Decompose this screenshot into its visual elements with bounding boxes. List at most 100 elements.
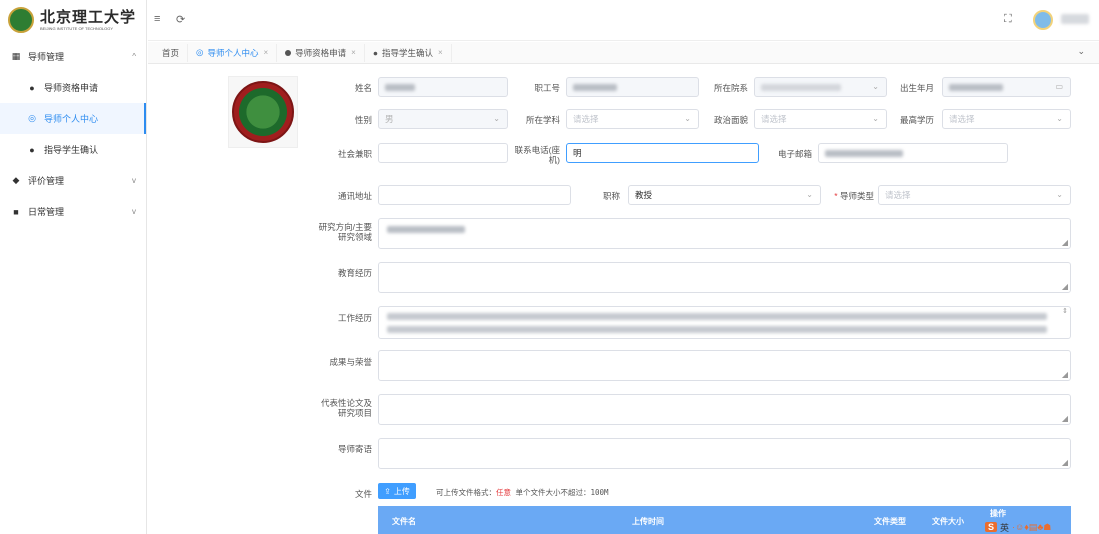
chevron-down-icon[interactable]: ⌄ <box>1077 46 1085 57</box>
resize-grip-icon: ◢ <box>1061 238 1068 247</box>
avatar[interactable] <box>1033 10 1053 30</box>
tab-qualification[interactable]: 导师资格申请 × <box>277 43 365 62</box>
resize-grip-icon: ◢ <box>1061 282 1068 291</box>
upload-icon: ⇪ <box>384 486 391 496</box>
chevron-down-icon: ⌄ <box>684 114 691 123</box>
chevron-down-icon: ⌄ <box>493 114 500 123</box>
circle-dot-icon: ◎ <box>196 47 204 57</box>
apple-icon: ● <box>29 144 35 155</box>
resize-grip-icon: ◢ <box>1061 414 1068 423</box>
ime-toolbar[interactable]: S 英 ·☺♦▤♣☗ <box>985 520 1051 534</box>
refresh-icon[interactable]: ⟳ <box>176 13 185 26</box>
department-select[interactable]: ⌄ <box>754 77 887 97</box>
edu-exp-label: 教育经历 <box>337 268 372 278</box>
menu-toggle-icon[interactable]: ≡ <box>154 13 160 25</box>
phone-label: 联系电话(座 机) <box>514 145 560 165</box>
education-label: 最高学历 <box>899 115 934 125</box>
birth-date-field[interactable]: ▭ <box>942 77 1071 97</box>
university-seal-icon <box>232 81 294 143</box>
ime-tools-icon: ·☺♦▤♣☗ <box>1012 521 1052 532</box>
social-field[interactable] <box>378 143 508 163</box>
tag-icon: ◆ <box>12 175 20 185</box>
ime-lang: 英 <box>1000 522 1010 533</box>
email-field[interactable] <box>818 143 1008 163</box>
work-exp-textarea[interactable]: ⇕ <box>378 306 1071 339</box>
tab-student-confirm[interactable]: ● 指导学生确认 × <box>365 43 452 62</box>
sidebar-item-label: 导师资格申请 <box>44 83 99 93</box>
papers-textarea[interactable]: ◢ <box>378 394 1071 425</box>
political-label: 政治面貌 <box>713 115 748 125</box>
sidebar-item-label: 指导学生确认 <box>44 145 99 155</box>
name-label: 姓名 <box>354 83 372 93</box>
department-label: 所在院系 <box>713 83 748 93</box>
chevron-down-icon: ⌄ <box>1056 190 1063 199</box>
menu-group-mentor[interactable]: ▦ 导师管理 ^ <box>0 41 146 72</box>
menu-group-evaluation[interactable]: ◆ 评价管理 v <box>0 165 146 196</box>
message-textarea[interactable]: ◢ <box>378 438 1071 469</box>
brand-logo[interactable]: 北京理工大学 BEIJING INSTITUTE OF TECHNOLOGY <box>0 0 146 40</box>
col-file-type: 文件类型 <box>874 517 906 526</box>
sidebar-item-qualification[interactable]: ● 导师资格申请 <box>0 72 146 103</box>
menu-group-label: 日常管理 <box>28 207 65 217</box>
education-select[interactable]: 请选择 ⌄ <box>942 109 1071 129</box>
scroll-arrows-icon[interactable]: ⇕ <box>1062 307 1068 315</box>
birth-label: 出生年月 <box>899 83 934 93</box>
tab-close-icon[interactable]: × <box>263 48 268 57</box>
address-field[interactable] <box>378 185 571 205</box>
achievements-label: 成果与荣誉 <box>329 357 372 367</box>
tab-personal-center[interactable]: ◎ 导师个人中心 × <box>188 43 278 62</box>
achievements-textarea[interactable]: ◢ <box>378 350 1071 381</box>
mentor-type-placeholder: 请选择 <box>885 190 911 200</box>
grid-icon: ▦ <box>11 51 21 61</box>
staff-no-field[interactable] <box>566 77 699 97</box>
tab-home[interactable]: 首页 <box>154 43 189 62</box>
university-emblem-icon <box>8 7 34 33</box>
sidebar-item-label: 导师个人中心 <box>44 114 99 124</box>
calendar-icon: ▭ <box>1055 82 1063 91</box>
gender-value: 男 <box>385 114 394 124</box>
mentor-type-label: * 导师类型 <box>834 191 874 201</box>
title-select[interactable]: 教授 ⌄ <box>628 185 821 205</box>
col-file-name: 文件名 <box>392 517 416 526</box>
discipline-select[interactable]: 请选择 ⌄ <box>566 109 699 129</box>
calendar-icon: ■ <box>13 206 19 217</box>
papers-label: 代表性论文及 研究项目 <box>320 398 372 418</box>
edu-exp-textarea[interactable]: ◢ <box>378 262 1071 293</box>
gender-select[interactable]: 男 ⌄ <box>378 109 508 129</box>
chevron-up-icon: ^ <box>132 52 136 61</box>
phone-value: 明 <box>573 148 582 158</box>
tab-label: 首页 <box>162 47 180 58</box>
sidebar: 北京理工大学 BEIJING INSTITUTE OF TECHNOLOGY ▦… <box>0 0 147 534</box>
chevron-down-icon: v <box>132 207 136 216</box>
chevron-down-icon: ⌄ <box>806 190 813 199</box>
menu-group-daily[interactable]: ■ 日常管理 v <box>0 196 146 227</box>
resize-grip-icon: ◢ <box>1061 370 1068 379</box>
work-exp-label: 工作经历 <box>337 313 372 323</box>
file-label: 文件 <box>354 489 372 499</box>
research-label: 研究方向/主要 研究领域 <box>318 222 372 242</box>
tab-close-icon[interactable]: × <box>351 48 356 57</box>
tab-close-icon[interactable]: × <box>438 48 443 57</box>
title-label: 职称 <box>602 191 620 201</box>
user-name[interactable] <box>1061 14 1089 24</box>
email-label: 电子邮箱 <box>777 149 812 159</box>
fullscreen-icon[interactable]: ⛶ <box>1004 13 1012 26</box>
dot-icon: ● <box>29 82 35 93</box>
sidebar-item-personal-center[interactable]: ◎ 导师个人中心 <box>0 103 146 134</box>
political-select[interactable]: 请选择 ⌄ <box>754 109 887 129</box>
apple-icon: ● <box>372 47 378 58</box>
dot-icon <box>285 49 292 56</box>
brand-name-cn: 北京理工大学 <box>40 7 137 26</box>
discipline-placeholder: 请选择 <box>573 114 599 124</box>
col-action: 操作 <box>990 509 1006 518</box>
brand-name-en: BEIJING INSTITUTE OF TECHNOLOGY <box>40 25 114 31</box>
phone-field[interactable]: 明 <box>566 143 759 163</box>
social-label: 社会兼职 <box>337 149 372 159</box>
name-field[interactable] <box>378 77 508 97</box>
tab-label: 导师资格申请 <box>295 47 347 58</box>
mentor-type-select[interactable]: 请选择 ⌄ <box>878 185 1071 205</box>
research-textarea[interactable]: ◢ <box>378 218 1071 249</box>
sidebar-item-student-confirm[interactable]: ● 指导学生确认 <box>0 134 146 165</box>
upload-tip: 可上传文件格式：任意 单个文件大小不超过：100M <box>436 488 609 497</box>
upload-button[interactable]: ⇪ 上传 <box>378 483 416 499</box>
